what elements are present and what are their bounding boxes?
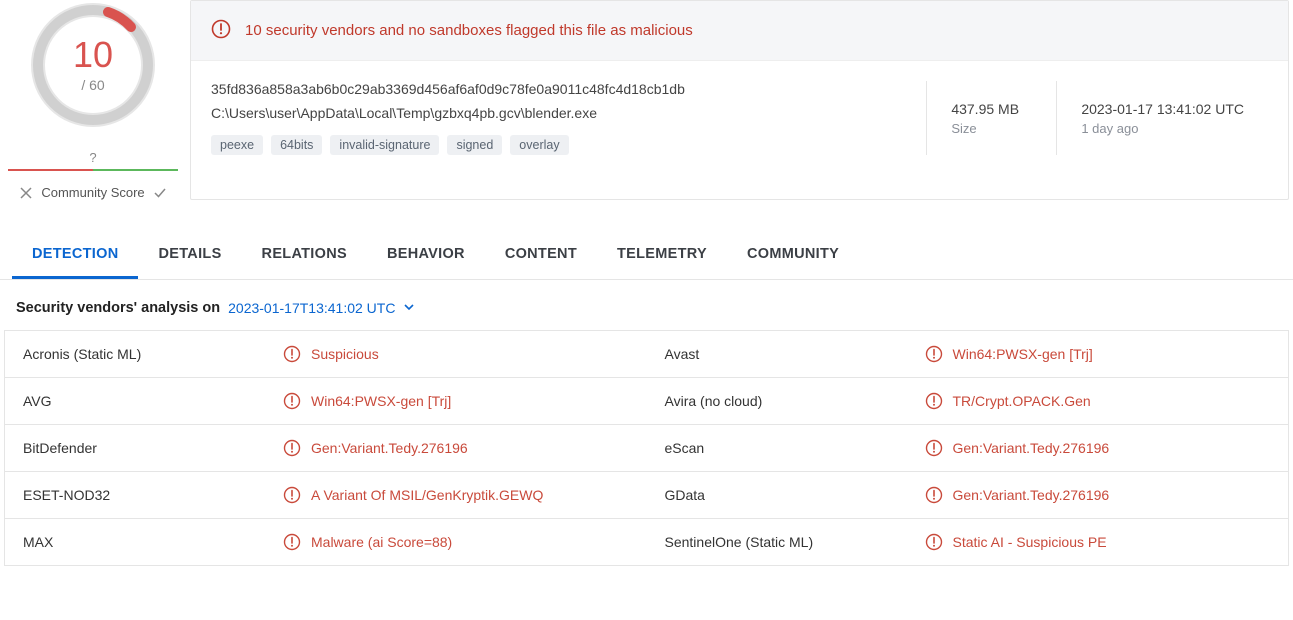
tab-behavior[interactable]: BEHAVIOR [367, 230, 485, 279]
chevron-down-icon[interactable] [403, 300, 415, 316]
date-cell: 2023-01-17 13:41:02 UTC 1 day ago [1056, 81, 1268, 155]
vendor-cell: GData Gen:Variant.Tedy.276196 [647, 472, 1289, 518]
vendor-name: AVG [23, 393, 283, 409]
x-icon[interactable] [19, 186, 33, 200]
verdict-text: TR/Crypt.OPACK.Gen [953, 393, 1091, 409]
vendor-name: eScan [665, 440, 925, 456]
alert-icon [283, 392, 301, 410]
alert-icon [925, 345, 943, 363]
alert-icon [925, 486, 943, 504]
vendor-row: BitDefender Gen:Variant.Tedy.276196 eScan G… [5, 425, 1288, 472]
vendor-verdict: TR/Crypt.OPACK.Gen [925, 392, 1091, 410]
file-size-label: Size [951, 121, 1032, 136]
verdict-text: Win64:PWSX-gen [Trj] [953, 346, 1093, 362]
verdict-text: Win64:PWSX-gen [Trj] [311, 393, 451, 409]
verdict-text: Gen:Variant.Tedy.276196 [953, 487, 1110, 503]
analysis-title: Security vendors' analysis on [16, 300, 220, 316]
check-icon[interactable] [153, 186, 167, 200]
alert-icon [925, 392, 943, 410]
vendor-cell: MAX Malware (ai Score=88) [5, 519, 647, 565]
vendor-verdict: Win64:PWSX-gen [Trj] [925, 345, 1093, 363]
vendor-row: ESET-NOD32 A Variant Of MSIL/GenKryptik.G… [5, 472, 1288, 519]
vendor-name: ESET-NOD32 [23, 487, 283, 503]
vendor-cell: Acronis (Static ML) Suspicious [5, 331, 647, 377]
tag[interactable]: overlay [510, 135, 568, 155]
score-panel: 10 / 60 ? Community Score [0, 0, 186, 200]
vendor-cell: Avast Win64:PWSX-gen [Trj] [647, 331, 1289, 377]
vendor-name: GData [665, 487, 925, 503]
scan-date: 2023-01-17 13:41:02 UTC [1081, 101, 1244, 117]
score-gauge: 10 / 60 [28, 0, 158, 130]
tag[interactable]: 64bits [271, 135, 322, 155]
vendor-verdict: Gen:Variant.Tedy.276196 [925, 486, 1110, 504]
size-cell: 437.95 MB Size [926, 81, 1056, 155]
tags-row: peexe 64bits invalid-signature signed overla… [211, 135, 906, 155]
tab-telemetry[interactable]: TELEMETRY [597, 230, 727, 279]
vendor-cell: AVG Win64:PWSX-gen [Trj] [5, 378, 647, 424]
tag[interactable]: signed [447, 135, 502, 155]
detection-total: / 60 [81, 77, 104, 93]
file-path: C:\Users\user\AppData\Local\Temp\gzbxq4p… [211, 105, 906, 121]
vendor-cell: ESET-NOD32 A Variant Of MSIL/GenKryptik.G… [5, 472, 647, 518]
verdict-text: Gen:Variant.Tedy.276196 [311, 440, 468, 456]
tab-community[interactable]: COMMUNITY [727, 230, 859, 279]
vendor-name: MAX [23, 534, 283, 550]
alert-icon [283, 345, 301, 363]
vendor-verdict: Suspicious [283, 345, 379, 363]
vendor-name: BitDefender [23, 440, 283, 456]
file-size: 437.95 MB [951, 101, 1032, 117]
vendor-name: Avira (no cloud) [665, 393, 925, 409]
vendor-name: Acronis (Static ML) [23, 346, 283, 362]
alert-icon [211, 19, 231, 42]
alert-icon [283, 486, 301, 504]
tabs-bar: DETECTIONDETAILSRELATIONSBEHAVIORCONTENT… [0, 230, 1293, 280]
tab-detection[interactable]: DETECTION [12, 230, 138, 279]
community-score-row: Community Score [19, 185, 166, 200]
vendor-verdict: Win64:PWSX-gen [Trj] [283, 392, 451, 410]
tab-details[interactable]: DETAILS [138, 230, 241, 279]
malicious-banner-text: 10 security vendors and no sandboxes fla… [245, 22, 693, 39]
community-score-unknown: ? [89, 150, 96, 165]
alert-icon [283, 533, 301, 551]
scan-date-ago: 1 day ago [1081, 121, 1244, 136]
vendor-name: SentinelOne (Static ML) [665, 534, 925, 550]
file-info-panel: 10 security vendors and no sandboxes fla… [190, 0, 1289, 200]
vendor-verdict: Gen:Variant.Tedy.276196 [925, 439, 1110, 457]
vendor-row: Acronis (Static ML) Suspicious Avast Win64:… [5, 331, 1288, 378]
vendor-cell: eScan Gen:Variant.Tedy.276196 [647, 425, 1289, 471]
alert-icon [925, 533, 943, 551]
verdict-text: A Variant Of MSIL/GenKryptik.GEWQ [311, 487, 543, 503]
vendor-cell: SentinelOne (Static ML) Static AI - Suspi… [647, 519, 1289, 565]
vendor-name: Avast [665, 346, 925, 362]
vendor-verdict: A Variant Of MSIL/GenKryptik.GEWQ [283, 486, 543, 504]
vendor-cell: Avira (no cloud) TR/Crypt.OPACK.Gen [647, 378, 1289, 424]
malicious-banner: 10 security vendors and no sandboxes fla… [191, 1, 1288, 61]
tag[interactable]: invalid-signature [330, 135, 439, 155]
community-score-bar [8, 169, 178, 171]
vendor-row: AVG Win64:PWSX-gen [Trj] Avira (no cloud) T… [5, 378, 1288, 425]
vendor-cell: BitDefender Gen:Variant.Tedy.276196 [5, 425, 647, 471]
vendor-verdict: Malware (ai Score=88) [283, 533, 452, 551]
verdict-text: Static AI - Suspicious PE [953, 534, 1107, 550]
verdict-text: Malware (ai Score=88) [311, 534, 452, 550]
tab-content[interactable]: CONTENT [485, 230, 597, 279]
tag[interactable]: peexe [211, 135, 263, 155]
verdict-text: Gen:Variant.Tedy.276196 [953, 440, 1110, 456]
alert-icon [283, 439, 301, 457]
vendor-verdict: Gen:Variant.Tedy.276196 [283, 439, 468, 457]
vendor-verdict: Static AI - Suspicious PE [925, 533, 1107, 551]
verdict-text: Suspicious [311, 346, 379, 362]
alert-icon [925, 439, 943, 457]
analysis-header[interactable]: Security vendors' analysis on 2023-01-17… [0, 280, 1293, 330]
vendor-row: MAX Malware (ai Score=88) SentinelOne (Sta… [5, 519, 1288, 566]
community-score-label: Community Score [41, 185, 144, 200]
tab-relations[interactable]: RELATIONS [242, 230, 367, 279]
vendors-table: Acronis (Static ML) Suspicious Avast Win64:… [4, 330, 1289, 566]
detection-count: 10 [73, 37, 113, 73]
file-hash: 35fd836a858a3ab6b0c29ab3369d456af6af0d9c… [211, 81, 906, 97]
analysis-timestamp: 2023-01-17T13:41:02 UTC [228, 300, 395, 316]
